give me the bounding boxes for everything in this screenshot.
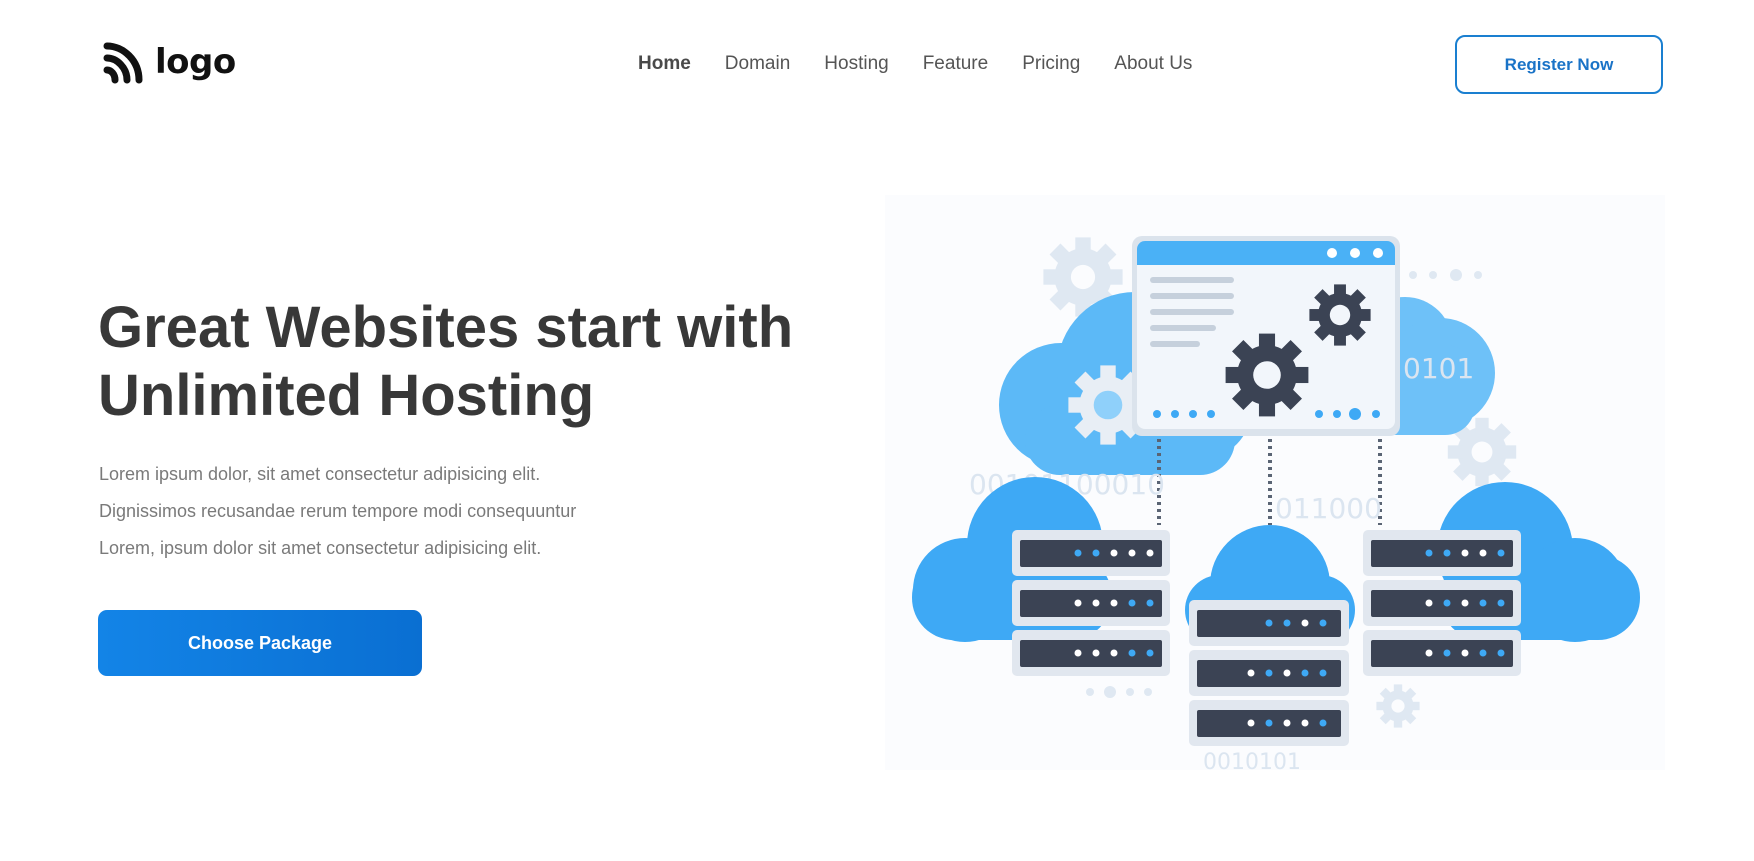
gear-icon: [1309, 284, 1371, 346]
hero-title-line-2: Unlimited Hosting: [98, 363, 595, 428]
binary-text: 0101: [1403, 352, 1474, 385]
nav-item-domain[interactable]: Domain: [725, 52, 790, 76]
hosting-illustration: 0101 00101100010 011000 0010101: [885, 195, 1665, 770]
nav-item-pricing[interactable]: Pricing: [1022, 52, 1080, 76]
nav-item-about-us[interactable]: About Us: [1114, 52, 1192, 76]
server-rack-icon: [1189, 600, 1349, 746]
nav-item-feature[interactable]: Feature: [923, 52, 988, 76]
nav-item-hosting[interactable]: Hosting: [824, 52, 888, 76]
logo[interactable]: logo: [103, 40, 236, 84]
logo-text: logo: [155, 42, 236, 82]
choose-package-button[interactable]: Choose Package: [98, 610, 422, 676]
site-header: logo Home Domain Hosting Feature Pricing…: [0, 0, 1754, 130]
hero-title-line-1: Great Websites start with: [98, 295, 794, 360]
hero-description-line-1: Lorem ipsum dolor, sit amet consectetur …: [99, 464, 541, 484]
binary-text: 0010101: [1203, 750, 1301, 770]
background-gear-icon: [1376, 684, 1420, 728]
wifi-signal-icon: [103, 40, 145, 84]
hero-description: Lorem ipsum dolor, sit amet consectetur …: [99, 456, 719, 567]
server-rack-icon: [1363, 530, 1521, 676]
browser-window: [1132, 236, 1400, 436]
hero-description-line-2: Dignissimos recusandae rerum tempore mod…: [99, 501, 577, 521]
binary-text: 011000: [1275, 492, 1382, 525]
main-nav: Home Domain Hosting Feature Pricing Abou…: [638, 52, 1226, 76]
nav-item-home[interactable]: Home: [638, 52, 691, 76]
register-now-button[interactable]: Register Now: [1455, 35, 1663, 94]
hero-description-line-3: Lorem, ipsum dolor sit amet consectetur …: [99, 538, 542, 558]
server-rack-icon: [1012, 530, 1170, 676]
gear-icon: [1225, 333, 1309, 417]
hero-title: Great Websites start with Unlimited Host…: [98, 294, 858, 430]
